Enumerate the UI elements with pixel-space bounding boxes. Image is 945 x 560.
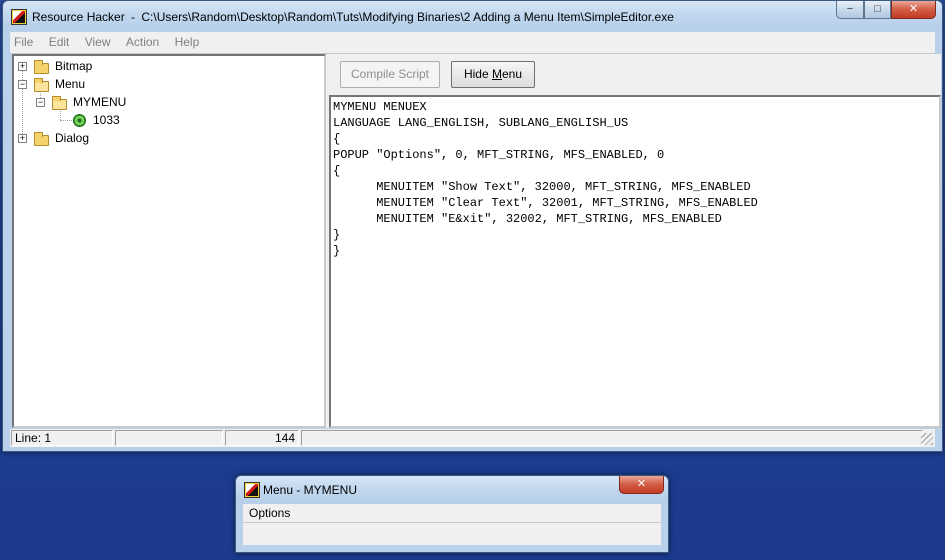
status-extra (301, 430, 923, 446)
tree-item-mymenu[interactable]: − MYMENU (14, 94, 314, 112)
preview-menu-bar: Options (243, 504, 661, 523)
compile-script-button[interactable]: Compile Script (340, 61, 440, 88)
tree-label: Bitmap (55, 59, 93, 73)
hide-menu-button[interactable]: Hide Menu (451, 61, 535, 88)
tree-item-menu[interactable]: − Menu (14, 76, 314, 94)
collapse-icon[interactable]: − (36, 98, 45, 107)
hide-menu-label: Hide (463, 67, 492, 81)
tree-item-dialog[interactable]: + Dialog (14, 130, 314, 148)
status-bar: Line: 1 144 (10, 429, 935, 447)
resource-tree[interactable]: + Bitmap − Menu − MYMENU 1033 + Dialog (12, 54, 326, 428)
code-line: { (333, 132, 341, 146)
resource-hacker-icon[interactable] (11, 9, 27, 25)
expand-icon[interactable]: + (18, 134, 27, 143)
code-line: MENUITEM "E&xit", 32002, MFT_STRING, MFS… (333, 212, 722, 226)
resource-hacker-icon[interactable] (244, 482, 260, 498)
folder-open-icon (52, 96, 67, 110)
title-separator: - (131, 10, 136, 24)
tree-label: MYMENU (73, 95, 127, 109)
code-line: POPUP "Options", 0, MFT_STRING, MFS_ENAB… (333, 148, 665, 162)
gear-icon (73, 114, 86, 127)
script-editor[interactable]: MYMENU MENUEX LANGUAGE LANG_ENGLISH, SUB… (329, 95, 941, 428)
code-line: } (333, 244, 341, 258)
tree-label: Dialog (55, 131, 90, 145)
maximize-button[interactable]: □ (864, 1, 891, 19)
file-path: C:\Users\Random\Desktop\Random\Tuts\Modi… (141, 10, 674, 24)
folder-icon (34, 132, 49, 146)
close-button[interactable]: ✕ (891, 1, 936, 19)
status-count: 144 (225, 430, 299, 446)
title-bar[interactable]: Resource Hacker - C:\Users\Random\Deskto… (3, 1, 942, 31)
tree-label: 1033 (93, 113, 120, 127)
hide-menu-label-rest: enu (501, 67, 523, 81)
preview-title: Menu - MYMENU (263, 483, 358, 497)
menu-help[interactable]: Help (169, 32, 206, 53)
collapse-icon[interactable]: − (18, 80, 27, 89)
folder-icon (34, 60, 49, 74)
code-line: } (333, 228, 341, 242)
resize-grip-icon[interactable] (921, 433, 933, 445)
folder-open-icon (34, 78, 49, 92)
menu-file[interactable]: File (10, 32, 39, 53)
code-line: MENUITEM "Show Text", 32000, MFT_STRING,… (333, 180, 751, 194)
menu-bar: File Edit View Action Help (10, 32, 935, 54)
code-line: MENUITEM "Clear Text", 32001, MFT_STRING… (333, 196, 758, 210)
expand-icon[interactable]: + (18, 62, 27, 71)
minimize-button[interactable]: − (836, 1, 864, 19)
menu-action[interactable]: Action (120, 32, 165, 53)
editor-pane: Compile Script Hide Menu MYMENU MENUEX L… (329, 54, 941, 428)
menu-preview-window: Menu - MYMENU ✕ Options (235, 475, 669, 553)
preview-title-bar[interactable]: Menu - MYMENU ✕ (236, 476, 668, 503)
status-line: Line: 1 (11, 430, 113, 446)
hide-menu-accelerator: M (491, 67, 502, 81)
window-title: Resource Hacker - C:\Users\Random\Deskto… (32, 10, 674, 24)
code-line: LANGUAGE LANG_ENGLISH, SUBLANG_ENGLISH_U… (333, 116, 629, 130)
preview-client-area (243, 523, 661, 545)
tree-label: Menu (55, 77, 86, 91)
resource-hacker-window: Resource Hacker - C:\Users\Random\Deskto… (2, 0, 943, 452)
preview-close-button[interactable]: ✕ (619, 476, 664, 494)
menu-edit[interactable]: Edit (43, 32, 76, 53)
code-line: { (333, 164, 341, 178)
tree-item-bitmap[interactable]: + Bitmap (14, 58, 314, 76)
status-blank (115, 430, 223, 446)
code-line: MYMENU MENUEX (333, 100, 427, 114)
menu-view[interactable]: View (79, 32, 117, 53)
app-name: Resource Hacker (32, 10, 125, 24)
tree-item-1033[interactable]: 1033 (14, 112, 314, 130)
preview-menu-options[interactable]: Options (243, 504, 296, 522)
